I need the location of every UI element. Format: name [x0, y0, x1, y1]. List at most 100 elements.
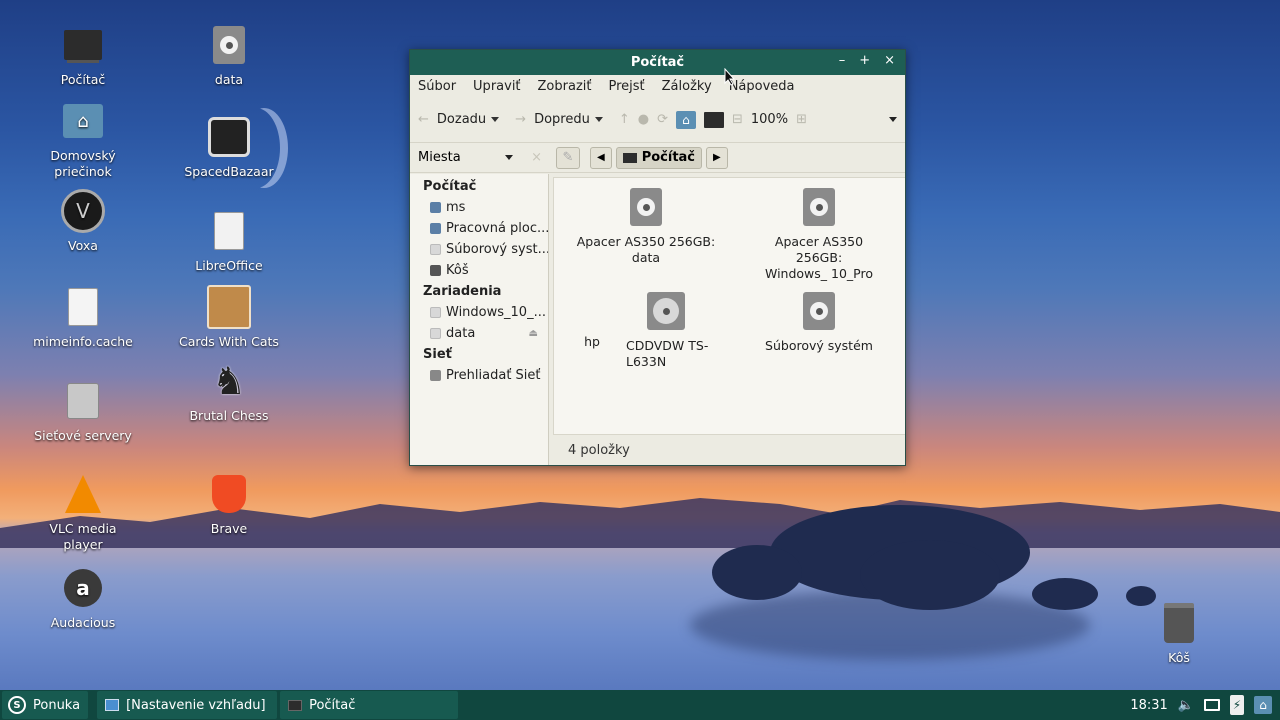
volume-icon[interactable]: 🔈 [1178, 698, 1194, 713]
taskbar-item-computer[interactable]: Počítač [280, 691, 459, 719]
path-current-label: Počítač [641, 150, 696, 165]
home-button-icon[interactable]: ⌂ [675, 110, 696, 129]
taskbar-item-label: Počítač [309, 697, 356, 713]
desktop-icon-label: Kôš [1168, 650, 1190, 665]
sidebar-item-label: data [446, 326, 476, 341]
mouse-cursor [724, 68, 736, 86]
desktop-icon-data[interactable]: data [174, 22, 284, 88]
content-pane: Apacer AS350 256GB: data Apacer AS350 25… [549, 174, 905, 465]
desktop-icon-cards-with-cats[interactable]: Cards With Cats [174, 284, 284, 350]
status-text: 4 položky [568, 442, 630, 458]
file-label: CDDVDW TS-L633N [626, 338, 709, 369]
maximize-button[interactable]: + [859, 53, 870, 68]
network-servers-icon [60, 378, 106, 424]
sidebar-item-home[interactable]: ms [410, 197, 548, 218]
file-label: Apacer AS350 256GB: data [576, 234, 716, 265]
desktop-icon-mimeinfo[interactable]: mimeinfo.cache [28, 284, 138, 350]
forward-button[interactable]: Dopredu [534, 112, 603, 127]
minimize-button[interactable]: – [839, 53, 846, 68]
home-icon [430, 202, 441, 213]
desktop-icon-network-servers[interactable]: Sieťové servery [28, 378, 138, 444]
close-sidebar-icon[interactable]: × [531, 150, 542, 165]
network-status-icon[interactable] [1204, 699, 1220, 711]
menu-edit[interactable]: Upraviť [473, 79, 520, 94]
file-item[interactable]: Apacer AS350 256GB: data [576, 188, 716, 266]
menu-help[interactable]: Nápoveda [729, 79, 795, 94]
file-view[interactable]: Apacer AS350 256GB: data Apacer AS350 25… [553, 177, 905, 435]
desktop-icon-voxa[interactable]: V Voxa [28, 188, 138, 254]
desktop-icon-vlc[interactable]: VLC media player [28, 471, 138, 553]
computer-button-icon[interactable] [703, 111, 724, 128]
window-title: Počítač [630, 55, 685, 70]
desktop-icon-audacious[interactable]: a Audacious [28, 565, 138, 631]
menu-file[interactable]: Súbor [418, 79, 456, 94]
file-item[interactable]: CDDVDW TS-L633N [616, 292, 716, 370]
chevron-right-icon: ▶ [713, 152, 721, 163]
power-battery-icon[interactable]: ⚡ [1230, 695, 1244, 715]
back-button[interactable]: Dozadu [436, 112, 500, 127]
zoom-in-icon[interactable]: ⊞ [796, 112, 807, 127]
menu-go[interactable]: Prejsť [609, 79, 645, 94]
rock-small [1032, 578, 1098, 610]
sidebar-item-label: Pracovná ploc... [446, 221, 548, 236]
reload-icon[interactable]: ⟳ [657, 112, 668, 127]
desktop-icon-libreoffice[interactable]: LibreOffice [174, 208, 284, 274]
desktop-icon-trash[interactable]: Kôš [1124, 600, 1234, 666]
menu-bookmarks[interactable]: Záložky [662, 79, 712, 94]
drive-icon [430, 307, 441, 318]
desktop-icon-computer[interactable]: Počítač [28, 22, 138, 88]
edit-location-button[interactable]: ✎ [556, 146, 580, 169]
close-button[interactable]: × [884, 53, 895, 68]
desktop-icon-brave[interactable]: Brave [174, 471, 284, 537]
chevron-left-icon: ◀ [597, 152, 605, 163]
settings-window-icon [105, 699, 120, 711]
menu-view[interactable]: Zobraziť [538, 79, 592, 94]
path-current-button[interactable]: Počítač [615, 146, 703, 169]
toolbar-overflow-icon[interactable] [889, 117, 897, 122]
stop-icon[interactable]: ● [638, 112, 649, 127]
window-titlebar[interactable]: Počítač – + × [410, 50, 905, 75]
desktop-icon-label: mimeinfo.cache [33, 334, 133, 349]
path-back-button[interactable]: ◀ [590, 146, 612, 169]
desktop-icon-label: data [214, 72, 244, 87]
places-selector[interactable]: Miesta × [410, 150, 548, 165]
audacious-icon: a [60, 565, 106, 611]
up-arrow-icon[interactable]: ↑ [619, 112, 630, 127]
eject-icon[interactable]: ⏏ [529, 328, 538, 339]
desktop-icon-label: Audacious [50, 615, 116, 630]
desktop-icon-home[interactable]: ⌂ Domovský priečinok [28, 98, 138, 180]
desktop-icon-brutal-chess[interactable]: ♞ Brutal Chess [174, 358, 284, 424]
desktop-icon-spacedbazaar[interactable]: SpacedBazaar [174, 114, 284, 180]
desktop-icon-label: Brutal Chess [189, 408, 269, 423]
system-tray: 18:31 🔈 ⚡ ⌂ [1130, 691, 1280, 719]
forward-label: Dopredu [534, 112, 590, 127]
path-forward-button[interactable]: ▶ [706, 146, 728, 169]
brave-lion-icon [206, 471, 252, 517]
document-icon [206, 208, 252, 254]
clock[interactable]: 18:31 [1130, 698, 1167, 713]
sidebar-item-desktop[interactable]: Pracovná ploc... [410, 218, 548, 239]
menubar: Súbor Upraviť Zobraziť Prejsť Záložky Ná… [410, 75, 905, 97]
show-desktop-icon[interactable]: ⌂ [1254, 696, 1272, 714]
sidebar-item-data[interactable]: data ⏏ [410, 323, 548, 344]
file-item[interactable]: Apacer AS350 256GB: Windows_ 10_Pro [749, 188, 889, 282]
drive-icon [430, 328, 441, 339]
zoom-level: 100% [750, 112, 789, 127]
taskbar-item-appearance[interactable]: [Nastavenie vzhľadu] [97, 691, 278, 719]
sidebar-item-browse-network[interactable]: Prehliadať Sieť [410, 365, 548, 386]
zoom-out-icon[interactable]: ⊟ [732, 112, 743, 127]
sidebar-item-label: Windows_10_... [446, 305, 546, 320]
sidebar-section-computer: Počítač [423, 179, 477, 194]
back-label: Dozadu [436, 112, 487, 127]
start-menu-button[interactable]: S Ponuka [2, 691, 89, 719]
back-arrow-icon: ← [418, 112, 429, 127]
desktop-icon [430, 223, 441, 234]
sidebar-item-windows[interactable]: Windows_10_... [410, 302, 548, 323]
file-item[interactable]: hp [574, 334, 610, 350]
drive-icon [630, 188, 662, 226]
sidebar-item-trash[interactable]: Kôš [410, 260, 548, 281]
sidebar-item-label: Prehliadať Sieť [446, 368, 541, 383]
sidebar-item-filesystem[interactable]: Súborový syst... [410, 239, 548, 260]
drive-icon [206, 22, 252, 68]
file-item[interactable]: Súborový systém [749, 292, 889, 354]
